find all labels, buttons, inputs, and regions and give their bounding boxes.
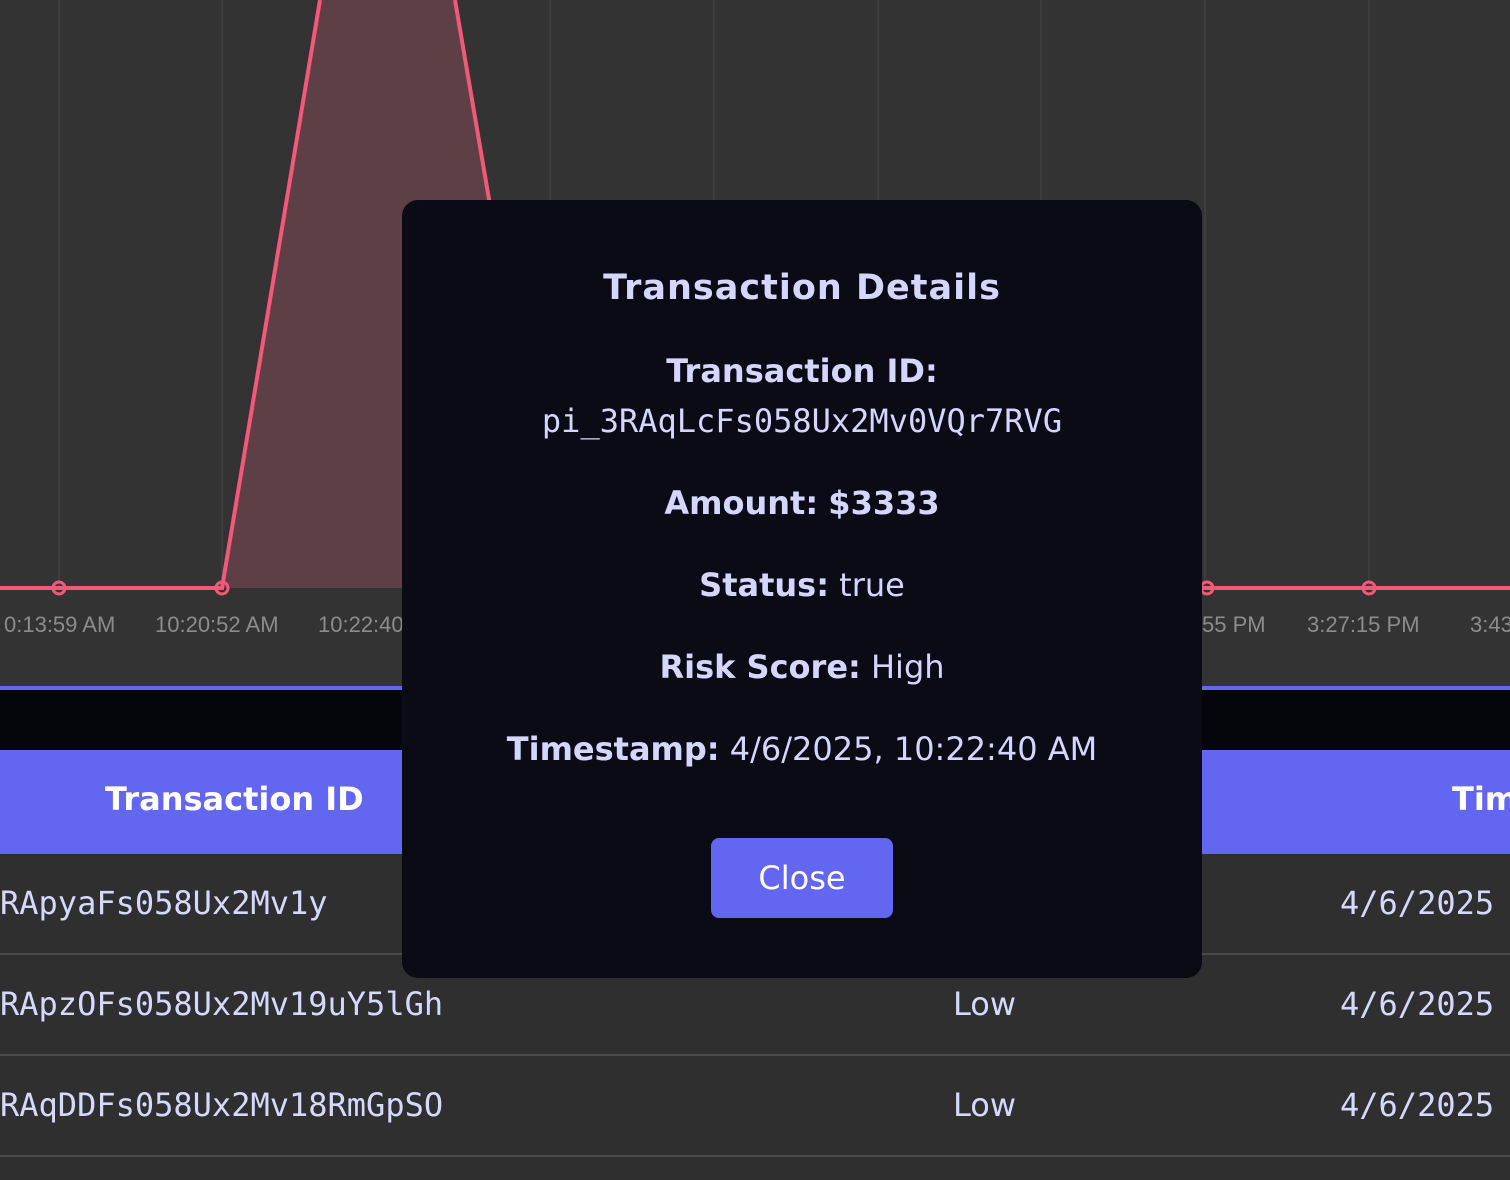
- x-tick-label: 0:13:59 AM: [4, 612, 116, 637]
- cell-transaction-id: RApyaFs058Ux2Mv1y: [0, 884, 328, 922]
- transaction-details-modal: Transaction Details Transaction ID: pi_3…: [402, 200, 1202, 978]
- cell-risk: Low: [953, 985, 1017, 1023]
- cell-risk: Low: [953, 1086, 1017, 1124]
- modal-title: Transaction Details: [603, 268, 1001, 308]
- transaction-id-label: Transaction ID:: [666, 352, 938, 390]
- risk-value: High: [870, 648, 945, 686]
- timestamp-line: Timestamp: 4/6/2025, 10:22:40 AM: [402, 730, 1202, 768]
- cell-timestamp: 4/6/2025: [1340, 884, 1495, 922]
- risk-line: Risk Score: High: [402, 648, 1202, 686]
- close-button[interactable]: Close: [711, 838, 893, 918]
- transaction-id-value: pi_3RAqLcFs058Ux2Mv0VQr7RVG: [541, 402, 1063, 440]
- cell-timestamp: 4/6/2025: [1340, 1086, 1495, 1124]
- status-label: Status:: [699, 566, 829, 604]
- x-tick-label: 3:27:15 PM: [1307, 612, 1420, 637]
- status-line: Status: true: [402, 566, 1202, 604]
- amount-line: Amount: $3333: [402, 484, 1202, 522]
- header-timestamp[interactable]: Tim: [1452, 780, 1510, 818]
- amount-value: $3333: [828, 484, 940, 522]
- x-tick-label: 10:22:40: [318, 612, 404, 637]
- page: 0:13:59 AM 10:20:52 AM 10:22:40 55 PM 3:…: [0, 0, 1510, 1180]
- x-tick-label: 3:43: [1470, 612, 1510, 637]
- amount-label: Amount:: [664, 484, 819, 522]
- header-transaction-id[interactable]: Transaction ID: [105, 780, 364, 818]
- table-row[interactable]: RAqDDFs058Ux2Mv18RmGpSO Low 4/6/2025: [0, 1056, 1510, 1157]
- x-tick-label: 10:20:52 AM: [155, 612, 279, 637]
- cell-timestamp: 4/6/2025: [1340, 985, 1495, 1023]
- risk-label: Risk Score:: [659, 648, 861, 686]
- cell-transaction-id: RAqDDFs058Ux2Mv18RmGpSO: [0, 1086, 444, 1124]
- cell-transaction-id: RApzOFs058Ux2Mv19uY5lGh: [0, 985, 444, 1023]
- timestamp-label: Timestamp:: [506, 730, 720, 768]
- transaction-id-label-line: Transaction ID:: [402, 352, 1202, 390]
- timestamp-value: 4/6/2025, 10:22:40 AM: [729, 730, 1098, 768]
- status-value: true: [839, 566, 905, 604]
- x-tick-label: 55 PM: [1202, 612, 1266, 637]
